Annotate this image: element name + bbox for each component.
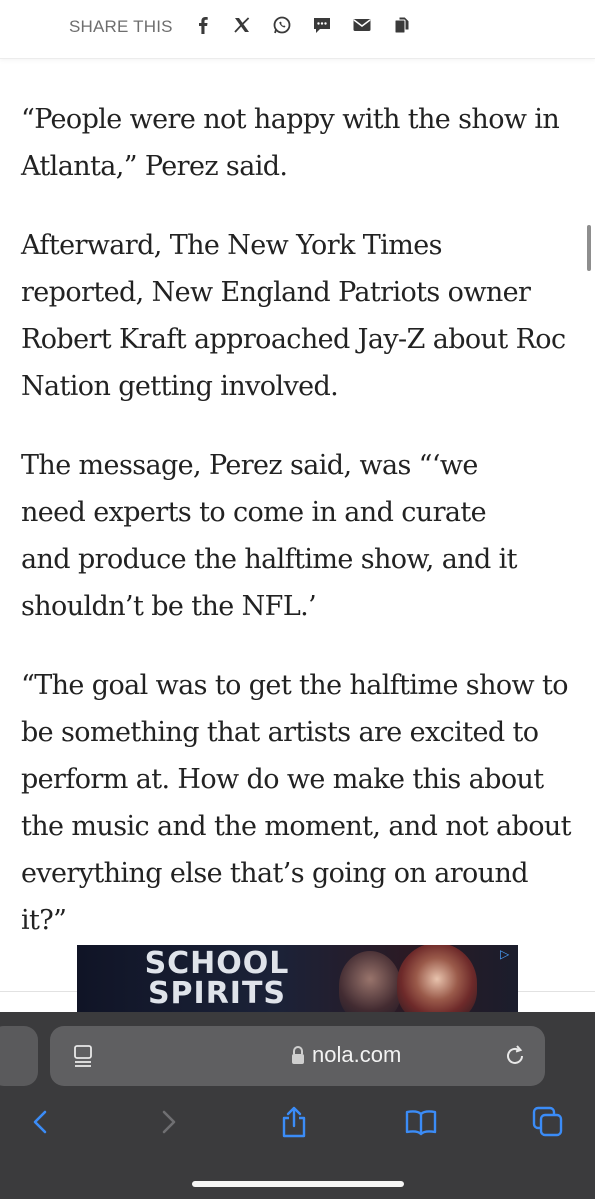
sms-icon[interactable] xyxy=(311,14,333,36)
adchoices-icon[interactable]: ▷ xyxy=(500,947,514,961)
ad-person-image xyxy=(397,945,477,1015)
scroll-indicator[interactable] xyxy=(587,225,591,271)
share-label: SHARE THIS xyxy=(69,17,173,36)
article-paragraph: “The goal was to get the halftime show t… xyxy=(21,670,571,936)
bookmarks-icon[interactable] xyxy=(403,1104,439,1140)
article-paragraph: “People were not happy with the show in … xyxy=(21,104,560,182)
article-paragraph: Afterward, The New York Times reported, … xyxy=(21,230,566,402)
whatsapp-icon[interactable] xyxy=(271,14,293,36)
article-body: “People were not happy with the show in … xyxy=(21,96,581,976)
article-paragraph: The message, Perez said, was “‘we need e… xyxy=(21,450,518,622)
reload-icon[interactable] xyxy=(502,1043,528,1073)
facebook-icon[interactable] xyxy=(192,14,214,36)
forward-icon[interactable] xyxy=(150,1104,186,1140)
tabs-icon[interactable] xyxy=(530,1104,566,1140)
browser-bottom-bar: nola.com xyxy=(0,1012,595,1199)
share-bar: SHARE THIS xyxy=(0,0,595,59)
share-icon[interactable] xyxy=(276,1104,312,1140)
reader-icon[interactable] xyxy=(72,1044,96,1072)
lock-icon xyxy=(290,1045,306,1069)
ad-title: SCHOOL SPIRITS xyxy=(117,949,317,1009)
previous-tab-preview[interactable] xyxy=(0,1026,38,1086)
x-icon[interactable] xyxy=(231,14,253,36)
url-text: nola.com xyxy=(312,1042,402,1067)
ad-title-line2: SPIRITS xyxy=(147,976,287,1011)
email-icon[interactable] xyxy=(351,14,373,36)
back-icon[interactable] xyxy=(22,1104,58,1140)
address-bar[interactable]: nola.com xyxy=(50,1026,545,1086)
advertisement-banner[interactable]: SCHOOL SPIRITS ▷ xyxy=(77,945,518,1015)
home-indicator[interactable] xyxy=(192,1181,404,1187)
copy-icon[interactable] xyxy=(391,14,413,36)
ad-title-line1: SCHOOL xyxy=(144,946,290,981)
ad-person-image xyxy=(339,951,401,1015)
